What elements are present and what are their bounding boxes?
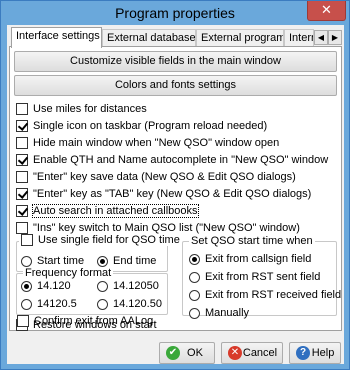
option-label: Use miles for distances bbox=[33, 103, 147, 116]
radio-button[interactable] bbox=[189, 253, 200, 265]
program-properties-window: Program properties ✕ Interface settings … bbox=[0, 0, 350, 370]
checkbox[interactable] bbox=[16, 103, 28, 116]
option-label: Enable QTH and Name autocomplete in "New… bbox=[33, 154, 329, 167]
checkbox[interactable] bbox=[16, 137, 28, 150]
ok-button[interactable]: ✔ OK bbox=[159, 342, 215, 364]
radio-freq-14120-5[interactable]: 14120.5 bbox=[21, 298, 77, 312]
radio-label: Exit from RST received field bbox=[205, 289, 342, 302]
ok-label: OK bbox=[187, 347, 203, 359]
checkbox[interactable] bbox=[16, 205, 28, 218]
customize-fields-button[interactable]: Customize visible fields in the main win… bbox=[14, 51, 337, 72]
radio-freq-14-12050[interactable]: 14.12050 bbox=[97, 280, 159, 294]
interface-settings-panel: Customize visible fields in the main win… bbox=[9, 46, 342, 332]
option-single-icon[interactable]: Single icon on taskbar (Program reload n… bbox=[16, 120, 267, 134]
cancel-button[interactable]: ✕ Cancel bbox=[221, 342, 283, 364]
tab-external-databases[interactable]: External databases bbox=[102, 29, 196, 47]
radio-exit-rst-sent[interactable]: Exit from RST sent field bbox=[189, 271, 320, 285]
checkbox[interactable] bbox=[16, 154, 28, 167]
cancel-label: Cancel bbox=[242, 347, 278, 359]
radio-button[interactable] bbox=[21, 255, 32, 267]
option-label: Single icon on taskbar (Program reload n… bbox=[33, 120, 268, 133]
checkbox[interactable] bbox=[16, 171, 28, 184]
window-title: Program properties bbox=[115, 5, 235, 21]
option-enter-save[interactable]: "Enter" key save data (New QSO & Edit QS… bbox=[16, 171, 296, 185]
checkbox[interactable] bbox=[16, 188, 28, 201]
option-use-miles[interactable]: Use miles for distances bbox=[16, 103, 147, 117]
frequency-format-group: Frequency format 14.120 14.12050 14120.5… bbox=[16, 267, 168, 315]
checkbox[interactable] bbox=[16, 222, 28, 235]
radio-freq-14-120-50[interactable]: 14.120.50 bbox=[97, 298, 162, 312]
option-label: "Enter" key as "TAB" key (New QSO & Edit… bbox=[33, 188, 312, 201]
help-label: Help bbox=[311, 347, 335, 359]
qso-time-checkbox-label: Use single field for QSO time bbox=[38, 234, 180, 247]
radio-button[interactable] bbox=[97, 280, 108, 292]
option-label: "Ins" key switch to Main QSO list ("New … bbox=[33, 222, 300, 235]
radio-label: 14.12050 bbox=[113, 280, 159, 293]
start-time-group-title: Set QSO start time when bbox=[189, 235, 315, 247]
radio-button[interactable] bbox=[21, 298, 32, 310]
title-bar[interactable]: Program properties ✕ bbox=[1, 1, 349, 25]
radio-button[interactable] bbox=[97, 255, 108, 267]
frequency-format-title: Frequency format bbox=[23, 267, 114, 279]
tab-strip: Interface settings External databases Ex… bbox=[9, 27, 342, 48]
option-label: Auto search in attached callbooks bbox=[32, 204, 199, 219]
radio-label: 14120.5 bbox=[37, 298, 77, 311]
radio-label: 14.120 bbox=[37, 280, 71, 293]
option-confirm-exit[interactable]: Confirm exit from AALog bbox=[17, 315, 153, 329]
radio-label: Exit from callsign field bbox=[205, 253, 312, 266]
qso-time-group-title[interactable]: Use single field for QSO time bbox=[19, 234, 182, 247]
option-hide-main-window[interactable]: Hide main window when "New QSO" window o… bbox=[16, 137, 279, 151]
tab-scroll-right-icon[interactable]: ▶ bbox=[328, 30, 342, 45]
help-button[interactable]: ? Help bbox=[289, 342, 341, 364]
option-autocomplete[interactable]: Enable QTH and Name autocomplete in "New… bbox=[16, 154, 328, 168]
radio-button[interactable] bbox=[189, 307, 200, 319]
tab-interface-settings[interactable]: Interface settings bbox=[11, 27, 102, 48]
close-button[interactable]: ✕ bbox=[307, 1, 346, 21]
radio-button[interactable] bbox=[21, 280, 32, 292]
radio-label: 14.120.50 bbox=[113, 298, 162, 311]
tab-external-programs[interactable]: External programs bbox=[196, 29, 284, 47]
radio-button[interactable] bbox=[189, 289, 200, 301]
colors-fonts-button[interactable]: Colors and fonts settings bbox=[14, 75, 337, 96]
checkbox[interactable] bbox=[17, 315, 29, 328]
radio-label: Exit from RST sent field bbox=[205, 271, 321, 284]
tab-internet[interactable]: Internet bbox=[284, 29, 314, 47]
radio-manually[interactable]: Manually bbox=[189, 307, 249, 321]
radio-label: End time bbox=[113, 255, 157, 268]
option-auto-search[interactable]: Auto search in attached callbooks bbox=[16, 204, 199, 219]
checkbox[interactable] bbox=[16, 120, 28, 133]
radio-button[interactable] bbox=[97, 298, 108, 310]
radio-exit-rst-received[interactable]: Exit from RST received field bbox=[189, 289, 341, 303]
radio-freq-14-120[interactable]: 14.120 bbox=[21, 280, 71, 294]
dialog-client-area: Interface settings External databases Ex… bbox=[7, 25, 344, 364]
radio-label: Start time bbox=[37, 255, 85, 268]
checkbox[interactable] bbox=[21, 234, 33, 247]
option-enter-as-tab[interactable]: "Enter" key as "TAB" key (New QSO & Edit… bbox=[16, 188, 311, 202]
tab-scroll-left-icon[interactable]: ◀ bbox=[314, 30, 328, 45]
start-time-group: Set QSO start time when Exit from callsi… bbox=[182, 235, 341, 319]
option-label: "Enter" key save data (New QSO & Edit QS… bbox=[33, 171, 296, 184]
option-label: Confirm exit from AALog bbox=[34, 315, 154, 328]
radio-exit-callsign[interactable]: Exit from callsign field bbox=[189, 253, 311, 267]
radio-label: Manually bbox=[205, 307, 250, 320]
option-label: Hide main window when "New QSO" window o… bbox=[33, 137, 280, 150]
radio-button[interactable] bbox=[189, 271, 200, 283]
